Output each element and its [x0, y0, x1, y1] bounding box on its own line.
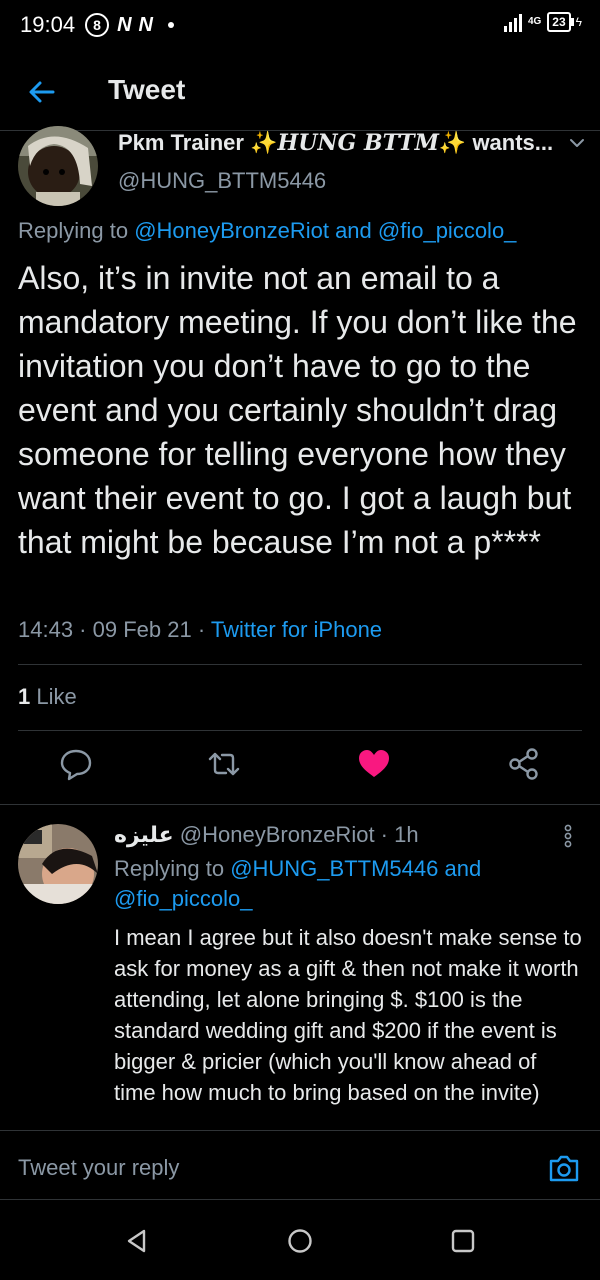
reply-text: I mean I agree but it also doesn't make …	[114, 925, 582, 1105]
reply-replying-to: Replying to @HUNG_BTTM5446 and @fio_picco…	[114, 854, 574, 914]
reply-tweet[interactable]: عليزه @HoneyBronzeRiot · 1h Replying to …	[0, 806, 600, 1130]
notification-n-icon: N	[117, 13, 131, 36]
reply-composer	[0, 1130, 600, 1200]
author-name-part-b: wants...	[466, 130, 554, 155]
page-title: Tweet	[108, 74, 186, 105]
reply-replying-user-link-2[interactable]: @fio_piccolo_	[114, 886, 253, 911]
likes-label: Like	[36, 684, 77, 709]
sparkle-icon-2: ✨	[438, 130, 467, 155]
tweet-date: 09 Feb 21	[92, 617, 192, 642]
network-type: 4G	[527, 16, 542, 27]
nav-back-icon[interactable]	[124, 1228, 150, 1254]
tweet-meta: 14:43 · 09 Feb 21 · Twitter for iPhone	[18, 617, 383, 642]
status-time: 19:04	[20, 12, 76, 37]
camera-icon[interactable]	[548, 1153, 580, 1183]
replying-prefix: Replying to	[18, 218, 135, 243]
author-name[interactable]: Pkm Trainer ✨HUNG BTTM✨ wants...	[118, 130, 553, 156]
notification-n-icon-2: N	[138, 13, 153, 36]
share-icon[interactable]	[506, 746, 542, 782]
tweet-text: Also, it’s in invite not an email to a m…	[18, 260, 577, 560]
tweet-source-link[interactable]: Twitter for iPhone	[211, 617, 382, 642]
status-bar: 19:04 8 N N 4G 23 ϟ	[0, 0, 600, 50]
likes-count-row[interactable]: 1 Like	[18, 684, 77, 710]
reply-author-handle[interactable]: @HoneyBronzeRiot	[180, 822, 375, 847]
replying-to: Replying to @HoneyBronzeRiot and @fio_pi…	[18, 218, 516, 244]
retweet-icon[interactable]	[206, 746, 242, 782]
status-notification-icons: 8 N N	[85, 13, 174, 37]
notification-circle-icon: 8	[85, 13, 110, 37]
more-vertical-icon[interactable]	[556, 822, 580, 850]
reply-avatar[interactable]	[18, 824, 98, 904]
nav-home-icon[interactable]	[287, 1228, 313, 1254]
tweet-actions	[0, 746, 600, 790]
nav-recents-icon[interactable]	[450, 1228, 476, 1254]
like-icon[interactable]	[356, 746, 392, 782]
reply-replying-and: and	[438, 856, 482, 881]
likes-divider	[18, 730, 582, 731]
reply-icon[interactable]	[58, 746, 94, 782]
reply-author-name[interactable]: عليزه	[114, 822, 174, 847]
author-name-part-a: Pkm Trainer	[118, 130, 251, 155]
actions-divider	[0, 804, 600, 805]
reply-input[interactable]	[18, 1155, 518, 1181]
app-bar: Tweet	[0, 60, 600, 126]
reply-replying-user-link[interactable]: @HUNG_BTTM5446	[230, 856, 438, 881]
system-nav-bar	[0, 1200, 600, 1280]
battery-icon: 23 ϟ	[547, 12, 582, 32]
tweet-time: 14:43	[18, 617, 74, 642]
reply-time: 1h	[394, 822, 419, 847]
author-name-fancy: HUNG BTTM	[277, 130, 439, 156]
battery-level: 23	[547, 12, 571, 32]
sparkle-icon: ✨	[250, 130, 278, 155]
replying-user-link-2[interactable]: @fio_piccolo_	[378, 218, 517, 243]
replying-user-link[interactable]: @HoneyBronzeRiot	[134, 218, 329, 243]
likes-count: 1	[18, 684, 31, 709]
status-system-icons: 4G 23 ϟ	[503, 12, 582, 32]
reply-author-line: عليزه @HoneyBronzeRiot · 1h	[114, 822, 419, 847]
signal-icon	[503, 12, 522, 32]
meta-divider	[18, 664, 582, 665]
chevron-down-icon[interactable]	[566, 132, 588, 154]
back-arrow-icon[interactable]	[26, 76, 58, 108]
replying-and: and	[328, 218, 378, 243]
author-handle[interactable]: @HUNG_BTTM5446	[118, 168, 326, 194]
charging-icon: ϟ	[575, 15, 582, 29]
reply-replying-prefix: Replying to	[114, 856, 231, 881]
notification-dot-icon	[167, 22, 174, 28]
tweet-author: Pkm Trainer ✨HUNG BTTM✨ wants... @HUNG_B…	[18, 126, 588, 206]
avatar[interactable]	[18, 126, 98, 206]
